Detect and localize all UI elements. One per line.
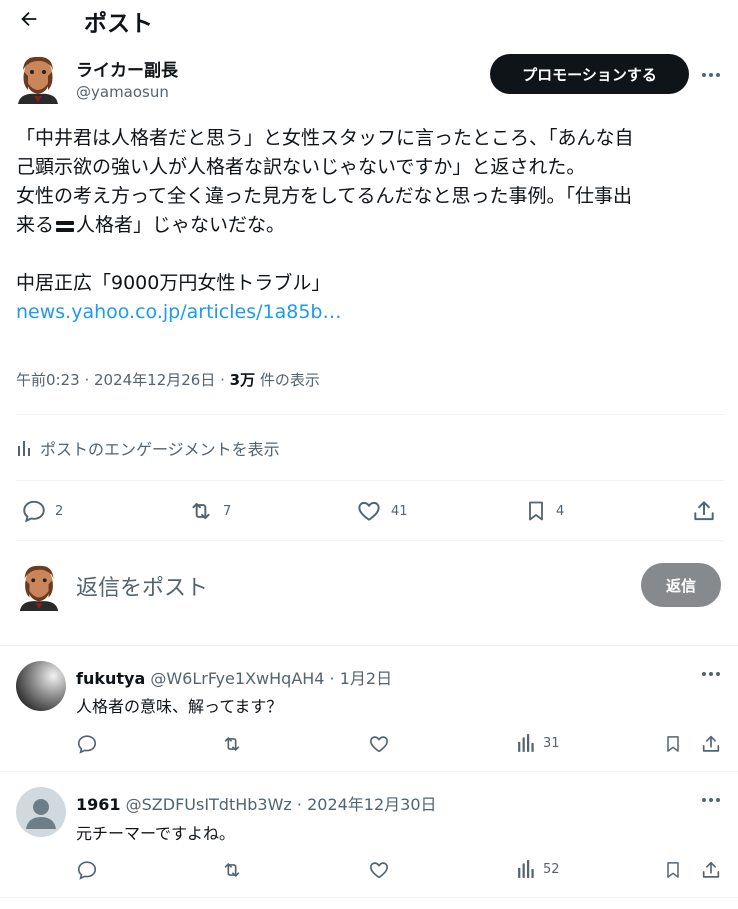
- heavy-equals-emoji-icon: [55, 218, 75, 234]
- bookmark-icon[interactable]: [663, 733, 683, 755]
- tweet-text-part: 来る: [16, 214, 55, 236]
- analytics-icon: [16, 439, 34, 457]
- bookmark-action[interactable]: 4: [524, 498, 564, 524]
- bookmark-icon[interactable]: [663, 859, 683, 881]
- heart-icon: [370, 736, 388, 753]
- repost-action[interactable]: 7: [187, 498, 231, 524]
- tweet-line: 中居正広「9000万円女性トラブル」: [16, 272, 331, 294]
- views-count: 31: [543, 735, 560, 751]
- share-icon[interactable]: [691, 498, 717, 524]
- views-action[interactable]: 31: [517, 733, 560, 753]
- reply-count: 2: [55, 503, 64, 519]
- share-icon[interactable]: [700, 859, 722, 881]
- more-options-icon[interactable]: [698, 65, 724, 85]
- divider: [0, 645, 738, 646]
- divider: [16, 414, 724, 415]
- view-count: 3万: [229, 371, 256, 389]
- like-action[interactable]: [368, 859, 390, 881]
- reply-handle-date[interactable]: @SZDFUsITdtHb3Wz · 2024年12月30日: [126, 795, 437, 814]
- reply-icon: [77, 861, 97, 880]
- tweet-line: 己顕示欲の強い人が人格者な訳ないじゃないですか」と返された。: [16, 156, 586, 178]
- reply-text: 元チーマーですよね。: [76, 824, 236, 843]
- repost-action[interactable]: [220, 859, 244, 881]
- divider: [0, 897, 738, 898]
- tweet-text-part: 人格者」じゃないだな。: [76, 214, 286, 236]
- divider: [0, 771, 738, 772]
- bookmark-count: 4: [556, 503, 565, 519]
- repost-action[interactable]: [220, 733, 244, 755]
- tweet-line: 「中井君は人格者だと思う」と女性スタッフに言ったところ、「あんな自: [16, 127, 634, 149]
- reply-input[interactable]: 返信をポスト: [76, 570, 208, 602]
- tweet-timestamp[interactable]: 午前0:23 · 2024年12月26日 ·: [16, 371, 230, 389]
- views-count: 52: [543, 861, 560, 877]
- analytics-icon: [518, 734, 534, 752]
- repost-count: 7: [223, 503, 232, 519]
- bookmark-icon: [529, 501, 543, 521]
- engagement-label: ポストのエンゲージメントを表示: [40, 440, 280, 459]
- tweet-meta: 午前0:23 · 2024年12月26日 · 3万 件の表示: [16, 369, 320, 390]
- repost-icon: [192, 502, 210, 520]
- back-arrow-icon[interactable]: [12, 4, 46, 34]
- author-handle[interactable]: @yamaosun: [76, 83, 169, 101]
- default-avatar-icon[interactable]: [16, 787, 66, 837]
- page-title: ポスト: [84, 11, 153, 37]
- article-link[interactable]: news.yahoo.co.jp/articles/1a85b…: [16, 298, 728, 327]
- reply-header: 1961 @SZDFUsITdtHb3Wz · 2024年12月30日: [76, 791, 437, 815]
- tweet-line: 女性の考え方って全く違った見方をしてるんだなと思った事例。「仕事出: [16, 185, 632, 207]
- repost-icon: [224, 737, 240, 751]
- reply-author-name[interactable]: 1961: [76, 795, 121, 814]
- reply-icon: [23, 500, 45, 523]
- author-name[interactable]: ライカー副長: [76, 56, 178, 81]
- analytics-icon: [518, 860, 534, 878]
- more-options-icon[interactable]: [698, 664, 724, 684]
- heart-icon: [358, 501, 380, 521]
- reply-button[interactable]: 返信: [641, 563, 721, 607]
- heart-icon: [370, 862, 388, 879]
- author-avatar[interactable]: [14, 54, 62, 104]
- like-action[interactable]: 41: [355, 498, 408, 524]
- reply-handle-date[interactable]: @W6LrFye1XwHqAH4 · 1月2日: [150, 669, 392, 688]
- reply-author-name[interactable]: fukutya: [76, 669, 145, 688]
- reply-action[interactable]: [76, 859, 98, 881]
- views-action[interactable]: 52: [517, 859, 560, 879]
- tweet-line: 来る 人格者」じゃないだな。: [16, 211, 728, 240]
- reply-action[interactable]: 2: [21, 498, 63, 524]
- share-icon[interactable]: [700, 733, 722, 755]
- reply-action[interactable]: [76, 733, 98, 755]
- reply-text: 人格者の意味、解ってます？: [76, 697, 283, 716]
- reply-avatar[interactable]: [16, 661, 66, 711]
- divider: [16, 480, 724, 481]
- reply-header: fukutya @W6LrFye1XwHqAH4 · 1月2日: [76, 665, 392, 689]
- repost-icon: [224, 863, 240, 877]
- view-engagements-link[interactable]: ポストのエンゲージメントを表示: [16, 436, 280, 460]
- divider: [16, 540, 724, 541]
- reply-icon: [77, 735, 97, 754]
- view-count-suffix: 件の表示: [255, 371, 320, 389]
- like-action[interactable]: [368, 733, 390, 755]
- like-count: 41: [391, 503, 408, 519]
- more-options-icon[interactable]: [698, 790, 724, 810]
- promote-button[interactable]: プロモーションする: [490, 54, 689, 94]
- user-avatar[interactable]: [16, 561, 62, 613]
- tweet-text: 「中井君は人格者だと思う」と女性スタッフに言ったところ、「あんな自 己顕示欲の強…: [16, 124, 728, 327]
